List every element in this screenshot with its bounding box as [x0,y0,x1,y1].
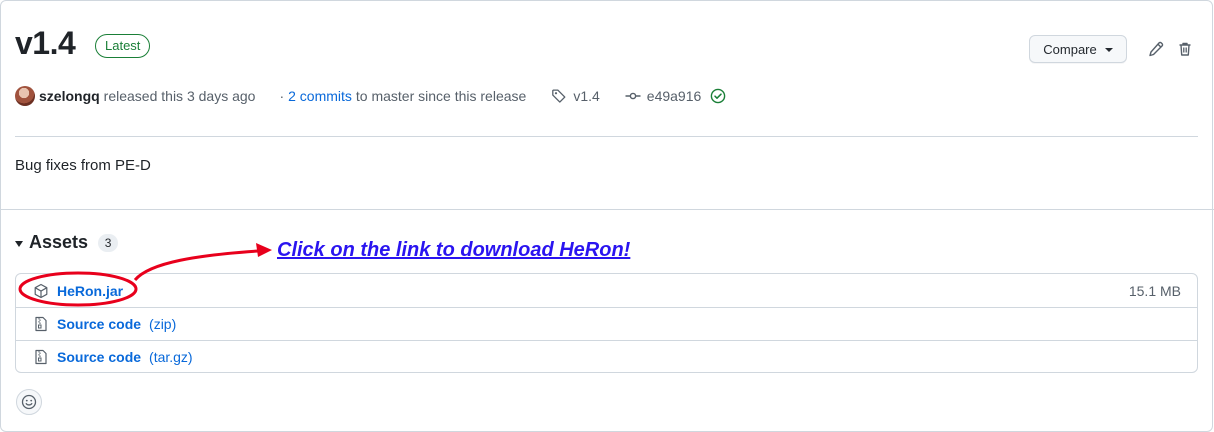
divider [1,209,1214,210]
release-notes: Bug fixes from PE-D [15,157,151,174]
file-zip-icon [33,316,49,332]
commit-link[interactable]: e49a916 [625,88,702,104]
released-text: released this 3 days ago [103,88,256,104]
file-zip-icon [33,349,49,365]
triangle-down-icon [15,240,23,247]
assets-toggle[interactable]: Assets 3 [15,232,119,253]
asset-row[interactable]: HeRon.jar 15.1 MB [16,274,1197,307]
tag-label: v1.4 [573,88,600,104]
compare-button[interactable]: Compare [1029,35,1127,63]
edit-button[interactable] [1147,40,1165,58]
pencil-icon [1149,41,1164,57]
annotation-text[interactable]: Click on the link to download HeRon! [277,239,630,262]
asset-row[interactable]: Source code (zip) [16,307,1197,340]
bullet-separator: · [279,88,285,104]
release-title[interactable]: v1.4 [15,25,76,62]
compare-label: Compare [1043,41,1097,57]
release-meta: szelongq released this 3 days ago · 2 co… [15,85,726,107]
tag-link[interactable]: v1.4 [551,88,600,104]
asset-link[interactable]: HeRon.jar [57,283,123,299]
asset-ext[interactable]: (zip) [149,316,176,332]
release-card: v1.4 Latest Compare szelongq released th… [0,0,1214,432]
asset-link[interactable]: Source code [57,316,141,332]
check-circle-icon[interactable] [710,88,726,104]
author-link[interactable]: szelongq [39,88,100,104]
delete-button[interactable] [1176,40,1194,58]
commits-link[interactable]: 2 commits [288,88,352,104]
commits-suffix: to master since this release [355,88,527,104]
add-reaction-button[interactable] [16,389,42,415]
smiley-icon [21,394,37,410]
assets-list: HeRon.jar 15.1 MB Source code (zip) Sour… [15,273,1198,373]
chevron-down-icon [1104,48,1113,52]
commit-hash: e49a916 [646,88,702,104]
asset-link[interactable]: Source code [57,349,141,365]
trash-icon [1179,42,1191,56]
latest-badge: Latest [95,34,151,58]
asset-ext[interactable]: (tar.gz) [149,349,193,365]
divider [15,136,1198,137]
assets-heading: Assets [29,232,89,252]
asset-row[interactable]: Source code (tar.gz) [16,340,1197,373]
package-icon [33,283,49,299]
avatar[interactable] [15,86,35,106]
tag-icon [552,89,566,103]
asset-size: 15.1 MB [1128,282,1181,299]
assets-count: 3 [98,233,119,252]
git-commit-icon [625,92,641,100]
